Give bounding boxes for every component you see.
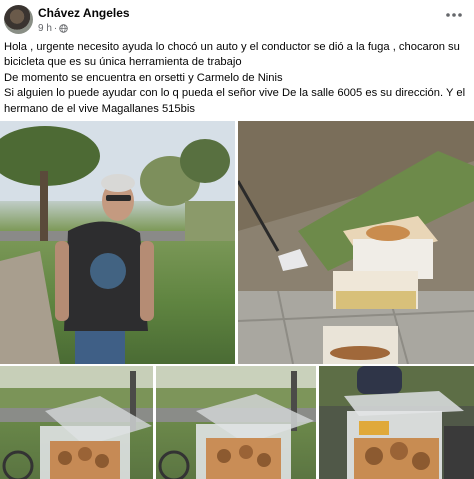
meta-separator: · <box>53 23 58 34</box>
post-meta: 9 h · <box>38 23 68 34</box>
photo-bike-cart-3[interactable] <box>319 366 474 479</box>
photo-man-on-path[interactable] <box>0 121 235 364</box>
author-name[interactable]: Chávez Angeles <box>38 6 130 20</box>
post-line: Hola , urgente necesito ayuda lo chocó u… <box>4 41 460 53</box>
post-line: De momento se encuentra en orsetti y Car… <box>4 71 283 84</box>
globe-icon[interactable] <box>59 24 68 33</box>
photo-bread-boxes[interactable] <box>238 121 474 364</box>
photo-bike-cart-1[interactable] <box>0 366 153 479</box>
photo-bike-cart-2[interactable] <box>156 366 316 479</box>
post-line: bicicleta que es su única herramienta de… <box>4 56 242 69</box>
post-header: Chávez Angeles 9 h · <box>4 4 470 36</box>
post-text: Hola , urgente necesito ayuda lo chocó u… <box>4 40 470 117</box>
post-line: hermano de el vive Magallanes 515bis <box>4 102 195 115</box>
photo-grid <box>0 121 474 479</box>
post-line: Si alguien lo puede ayudar con lo q pued… <box>4 87 466 100</box>
avatar[interactable] <box>4 5 33 34</box>
post-time[interactable]: 9 h <box>38 23 52 34</box>
more-options-icon[interactable] <box>444 8 464 22</box>
